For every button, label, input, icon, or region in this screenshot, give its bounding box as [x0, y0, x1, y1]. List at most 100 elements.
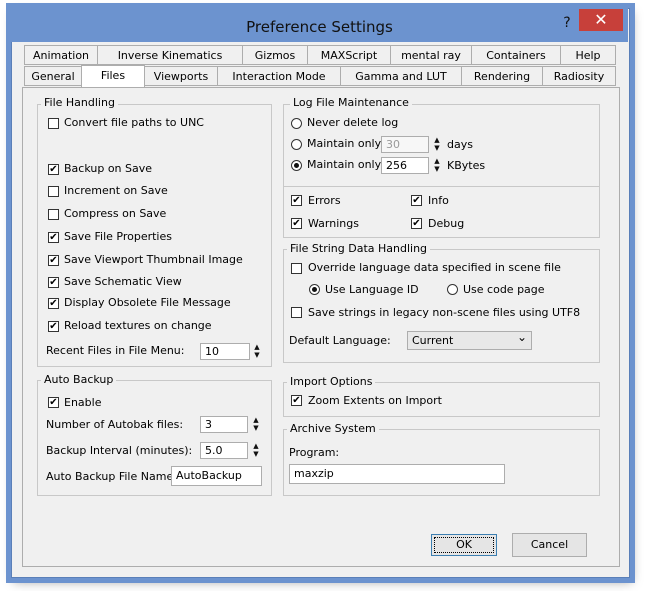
debug-checkbox[interactable]: ✔: [411, 218, 422, 229]
auto-backup-title: Auto Backup: [41, 373, 117, 386]
recent-files-input[interactable]: 10: [200, 343, 250, 360]
tab-containers[interactable]: Containers: [471, 45, 561, 65]
archive-system-group: [283, 429, 600, 496]
check-icon: ✔: [292, 195, 301, 206]
tab-mental-ray[interactable]: mental ray: [390, 45, 472, 65]
close-button[interactable]: ✕: [579, 9, 623, 31]
maintain-kb-input[interactable]: 256: [381, 157, 429, 174]
convert-unc-label: Convert file paths to UNC: [64, 116, 204, 129]
use-code-page-label: Use code page: [463, 283, 545, 296]
autobak-count-spinner-down[interactable]: ▼: [250, 424, 262, 432]
never-delete-label: Never delete log: [307, 116, 399, 129]
tab-gizmos[interactable]: Gizmos: [242, 45, 308, 65]
autobak-count-label: Number of Autobak files:: [46, 418, 184, 431]
compress-on-save-label: Compress on Save: [64, 207, 167, 220]
auto-backup-enable-checkbox[interactable]: ✔: [48, 397, 59, 408]
radio-selected-dot: [294, 163, 299, 168]
maintain-days-spinner-down[interactable]: ▼: [431, 144, 443, 152]
backup-on-save-checkbox[interactable]: ✔: [48, 164, 59, 175]
tab-rendering[interactable]: Rendering: [461, 66, 543, 86]
tab-files[interactable]: Files: [81, 65, 145, 88]
check-icon: ✔: [49, 397, 58, 408]
backup-interval-spinner-up[interactable]: ▲: [250, 442, 262, 450]
check-icon: ✔: [49, 164, 58, 175]
chevron-down-icon: ⌄: [516, 330, 527, 344]
override-language-checkbox[interactable]: [291, 263, 302, 274]
info-checkbox[interactable]: ✔: [411, 195, 422, 206]
backup-on-save-label: Backup on Save: [64, 162, 153, 175]
archive-system-title: Archive System: [287, 422, 379, 435]
check-icon: ✔: [412, 218, 421, 229]
increment-on-save-checkbox[interactable]: [48, 186, 59, 197]
file-string-title: File String Data Handling: [287, 242, 431, 255]
increment-on-save-label: Increment on Save: [64, 184, 168, 197]
reload-textures-checkbox[interactable]: ✔: [48, 321, 59, 332]
default-language-dropdown[interactable]: Current ⌄: [407, 330, 532, 350]
maintain-kb-spinner-up[interactable]: ▲: [431, 157, 443, 165]
days-unit-label: days: [447, 138, 473, 151]
use-language-id-radio[interactable]: [309, 284, 320, 295]
save-schematic-view-checkbox[interactable]: ✔: [48, 277, 59, 288]
info-label: Info: [428, 194, 449, 207]
radio-selected-dot: [312, 287, 317, 292]
tab-interaction-mode[interactable]: Interaction Mode: [217, 66, 341, 86]
recent-files-spinner-up[interactable]: ▲: [251, 343, 263, 351]
log-divider: [284, 186, 599, 187]
compress-on-save-checkbox[interactable]: [48, 209, 59, 220]
import-options-title: Import Options: [287, 375, 376, 388]
save-utf8-checkbox[interactable]: [291, 307, 302, 318]
override-language-label: Override language data specified in scen…: [308, 261, 561, 274]
never-delete-radio[interactable]: [291, 118, 302, 129]
save-viewport-thumbnail-label: Save Viewport Thumbnail Image: [64, 253, 243, 266]
recent-files-spinner-down[interactable]: ▼: [251, 351, 263, 359]
backup-interval-input[interactable]: 5.0: [200, 442, 248, 459]
tab-maxscript[interactable]: MAXScript: [307, 45, 391, 65]
save-file-properties-checkbox[interactable]: ✔: [48, 232, 59, 243]
errors-label: Errors: [308, 194, 341, 207]
use-code-page-radio[interactable]: [447, 284, 458, 295]
save-utf8-label: Save strings in legacy non-scene files u…: [308, 306, 581, 319]
maintain-days-input[interactable]: 30: [381, 136, 429, 153]
backup-file-name-label: Auto Backup File Name:: [46, 470, 177, 483]
tab-animation[interactable]: Animation: [24, 45, 98, 65]
autobak-count-input[interactable]: 3: [200, 416, 248, 433]
save-file-properties-label: Save File Properties: [64, 230, 172, 243]
maintain-kb-spinner-down[interactable]: ▼: [431, 165, 443, 173]
use-language-id-label: Use Language ID: [325, 283, 419, 296]
log-file-title: Log File Maintenance: [290, 96, 412, 109]
tab-inverse-kinematics[interactable]: Inverse Kinematics: [97, 45, 243, 65]
maintain-kb-radio[interactable]: [291, 160, 302, 171]
warnings-checkbox[interactable]: ✔: [291, 218, 302, 229]
program-input[interactable]: maxzip: [289, 464, 505, 484]
ok-button[interactable]: OK: [431, 534, 497, 556]
debug-label: Debug: [428, 217, 465, 230]
errors-checkbox[interactable]: ✔: [291, 195, 302, 206]
auto-backup-enable-label: Enable: [64, 396, 102, 409]
tab-help[interactable]: Help: [560, 45, 616, 65]
zoom-extents-checkbox[interactable]: ✔: [291, 395, 302, 406]
tab-gamma-and-lut[interactable]: Gamma and LUT: [340, 66, 462, 86]
zoom-extents-label: Zoom Extents on Import: [308, 394, 442, 407]
title-bar[interactable]: Preference Settings ? ✕: [11, 8, 628, 42]
backup-interval-spinner-down[interactable]: ▼: [250, 450, 262, 458]
convert-unc-checkbox[interactable]: [48, 118, 59, 129]
check-icon: ✔: [292, 395, 301, 406]
default-language-value: Current: [412, 334, 454, 347]
check-icon: ✔: [49, 255, 58, 266]
tab-general[interactable]: General: [24, 66, 82, 86]
maintain-days-radio[interactable]: [291, 139, 302, 150]
autobak-count-spinner-up[interactable]: ▲: [250, 416, 262, 424]
backup-file-name-input[interactable]: AutoBackup: [171, 466, 262, 486]
help-button[interactable]: ?: [556, 13, 578, 33]
save-viewport-thumbnail-checkbox[interactable]: ✔: [48, 255, 59, 266]
check-icon: ✔: [292, 218, 301, 229]
tab-viewports[interactable]: Viewports: [144, 66, 218, 86]
display-obsolete-checkbox[interactable]: ✔: [48, 298, 59, 309]
tab-radiosity[interactable]: Radiosity: [542, 66, 616, 86]
warnings-label: Warnings: [308, 217, 359, 230]
window-title: Preference Settings: [246, 18, 393, 36]
display-obsolete-label: Display Obsolete File Message: [64, 296, 231, 309]
cancel-button[interactable]: Cancel: [512, 533, 587, 557]
default-language-label: Default Language:: [289, 334, 391, 347]
maintain-days-spinner-up[interactable]: ▲: [431, 136, 443, 144]
